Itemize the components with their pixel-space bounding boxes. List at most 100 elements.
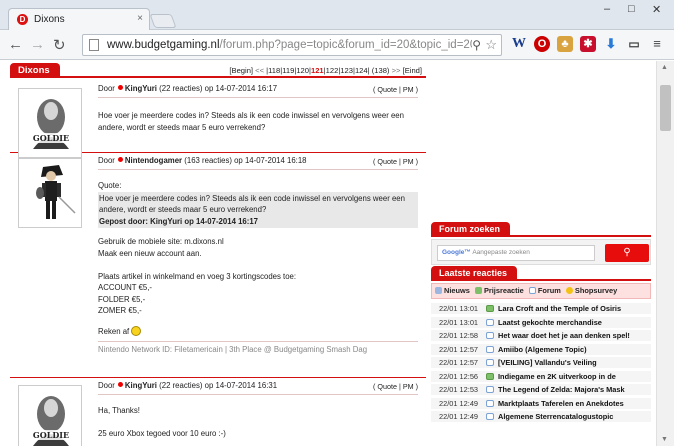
- recent-item[interactable]: 22/01 12:49 Marktplaats Taferelen en Anek…: [431, 397, 651, 410]
- menu-icon[interactable]: ≡: [649, 36, 665, 52]
- post-line: 25 euro Xbox tegoed voor 10 euro :-): [98, 429, 226, 438]
- reload-icon[interactable]: ↻: [53, 36, 66, 54]
- maximize-button[interactable]: □: [628, 3, 635, 15]
- recent-time: 22/01 13:01: [439, 304, 479, 313]
- cast-icon[interactable]: ▭: [626, 36, 642, 52]
- search-icon: ⚲: [623, 247, 631, 258]
- forum-post: GOLDIE Door KingYuri (22 reacties) op 14-…: [10, 81, 426, 158]
- pager-prev[interactable]: <<: [255, 66, 264, 75]
- forum-reaction-icon: [486, 318, 494, 326]
- post-prefix: Door: [98, 381, 115, 390]
- recent-title[interactable]: Algemene Sterrencatalogustopic: [498, 412, 648, 421]
- new-tab-button[interactable]: [149, 14, 177, 28]
- pm-link[interactable]: PM: [403, 85, 414, 94]
- pager-page[interactable]: 123: [340, 66, 353, 75]
- post-line: Maak een nieuw account aan.: [98, 248, 202, 258]
- forum-section-tab[interactable]: Dixons: [10, 63, 60, 78]
- scroll-down-icon[interactable]: ▼: [661, 436, 668, 443]
- filter-shopsurvey[interactable]: Shopsurvey: [565, 286, 617, 295]
- post-author[interactable]: Nintendogamer: [125, 156, 182, 165]
- price-icon: [474, 287, 482, 294]
- download-icon[interactable]: ⬇: [603, 36, 619, 52]
- pager-page[interactable]: 122: [326, 66, 339, 75]
- forum-search-box: Google™ Aangepaste zoeken ⚲: [431, 239, 651, 265]
- forum-search-tab: Forum zoeken: [431, 222, 511, 237]
- post-line: Gebruik de mobiele site: m.dixons.nl: [98, 237, 224, 246]
- recent-item[interactable]: 22/01 12:49 Algemene Sterrencatalogustopi…: [431, 411, 651, 423]
- recent-header: Laatste reacties: [431, 266, 651, 281]
- quote-source: Gepost door: KingYuri op 14-07-2014 16:1…: [99, 216, 259, 226]
- filter-price[interactable]: Prijsreactie: [474, 286, 524, 295]
- pager-next[interactable]: >>: [392, 66, 401, 75]
- pm-link[interactable]: PM: [403, 157, 414, 166]
- recent-title[interactable]: Het waar doet het je aan denken spel!: [498, 331, 648, 340]
- scrollbar-thumb[interactable]: [660, 85, 671, 131]
- browser-titlebar: D Dixons × – □ ✕: [0, 0, 674, 30]
- recent-item[interactable]: 22/01 12:53 The Legend of Zelda: Majora's…: [431, 384, 651, 396]
- quote-link[interactable]: Quote: [377, 85, 397, 94]
- recent-item[interactable]: 22/01 12:57 Amiibo (Algemene Topic): [431, 343, 651, 356]
- recent-time: 22/01 12:53: [439, 385, 479, 394]
- recent-title[interactable]: Amiibo (Algemene Topic): [498, 345, 648, 354]
- pager-page[interactable]: 124: [355, 66, 368, 75]
- vertical-scrollbar[interactable]: ▲ ▼: [656, 61, 674, 446]
- recent-title[interactable]: Indiegame en 2K uitverkoop in de: [498, 372, 648, 381]
- recent-time: 22/01 12:56: [439, 371, 479, 381]
- filter-news[interactable]: Nieuws: [435, 286, 470, 295]
- recent-title[interactable]: [VEILING] Vallandu's Veiling: [498, 358, 648, 367]
- post-meta: Door KingYuri (22 reacties) op 14-07-2014…: [98, 381, 277, 390]
- search-icon[interactable]: ⚲: [472, 38, 481, 52]
- pager-page[interactable]: 118: [268, 66, 280, 75]
- wikipedia-extension-icon[interactable]: W: [511, 36, 527, 52]
- recent-item[interactable]: 22/01 12:56 Indiegame en 2K uitverkoop in…: [431, 370, 651, 383]
- post-actions: ( Quote | PM ): [372, 157, 418, 166]
- pager-total[interactable]: (138): [372, 66, 390, 75]
- adblock-extension-icon[interactable]: O: [534, 36, 550, 52]
- recent-time: 22/01 12:57: [439, 358, 479, 367]
- url-text[interactable]: www.budgetgaming.nl/forum.php?page=topic…: [107, 39, 472, 51]
- search-button[interactable]: ⚲: [605, 244, 649, 262]
- forward-arrow-icon[interactable]: →: [30, 36, 45, 53]
- search-input[interactable]: Google™ Aangepaste zoeken: [437, 245, 595, 261]
- recent-item[interactable]: 22/01 12:57 [VEILING] Vallandu's Veiling: [431, 357, 651, 369]
- tab-close-icon[interactable]: ×: [137, 13, 143, 24]
- pager-end[interactable]: [Eind]: [403, 66, 422, 75]
- online-status-icon: [117, 382, 123, 387]
- puzzle-extension-icon[interactable]: ✱: [580, 36, 596, 52]
- quote-line: andere, wordt er steeds maar 5 euro verr…: [99, 205, 267, 214]
- address-bar[interactable]: www.budgetgaming.nl/forum.php?page=topic…: [82, 34, 502, 56]
- recent-title[interactable]: Marktplaats Taferelen en Anekdotes: [498, 399, 648, 408]
- pager-page[interactable]: 119: [282, 66, 294, 75]
- recent-item[interactable]: 22/01 13:01 Lara Croft and the Temple of …: [431, 303, 651, 315]
- bookmark-star-icon[interactable]: ☆: [485, 37, 497, 53]
- quote-link[interactable]: Quote: [377, 382, 397, 391]
- recent-item[interactable]: 22/01 12:58 Het waar doet het je aan denk…: [431, 330, 651, 342]
- price-reaction-icon: [486, 305, 494, 312]
- quote-link[interactable]: Quote: [377, 157, 397, 166]
- back-arrow-icon[interactable]: ←: [8, 36, 23, 53]
- pager-page[interactable]: 120: [296, 66, 309, 75]
- filter-forum[interactable]: Forum: [528, 286, 561, 295]
- extension-icon[interactable]: ♣: [557, 36, 573, 52]
- post-author[interactable]: KingYuri: [125, 381, 157, 390]
- close-window-button[interactable]: ✕: [652, 3, 661, 16]
- page-viewport: Dixons [Begin] << |118|119|120|121|122|1…: [0, 61, 656, 446]
- pm-link[interactable]: PM: [403, 382, 414, 391]
- post-author[interactable]: KingYuri: [125, 84, 157, 93]
- post-line: ACCOUNT €5,-: [98, 283, 153, 292]
- browser-tab[interactable]: D Dixons ×: [8, 8, 150, 30]
- avatar-caption: GOLDIE: [33, 430, 69, 440]
- browser-toolbar: ← → ↻ www.budgetgaming.nl/forum.php?page…: [0, 30, 674, 60]
- recent-item[interactable]: 22/01 13:01 Laatst gekochte merchandise: [431, 316, 651, 329]
- recent-title[interactable]: Laatst gekochte merchandise: [498, 318, 648, 327]
- recent-title[interactable]: The Legend of Zelda: Majora's Mask: [498, 385, 648, 394]
- recent-title[interactable]: Lara Croft and the Temple of Osiris: [498, 304, 648, 313]
- forum-reaction-icon: [486, 345, 494, 353]
- pager-begin[interactable]: [Begin]: [229, 66, 253, 75]
- minimize-button[interactable]: –: [604, 3, 610, 15]
- forum-post: GOLDIE Door KingYuri (22 reacties) op 14-…: [10, 378, 426, 446]
- post-body: Hoe voer je meerdere codes in? Steeds al…: [98, 110, 418, 133]
- forum-post: Door Nintendogamer (163 reacties) op 14-0…: [10, 153, 426, 378]
- scroll-up-icon[interactable]: ▲: [661, 64, 668, 71]
- post-line-text: Reken af: [98, 326, 130, 336]
